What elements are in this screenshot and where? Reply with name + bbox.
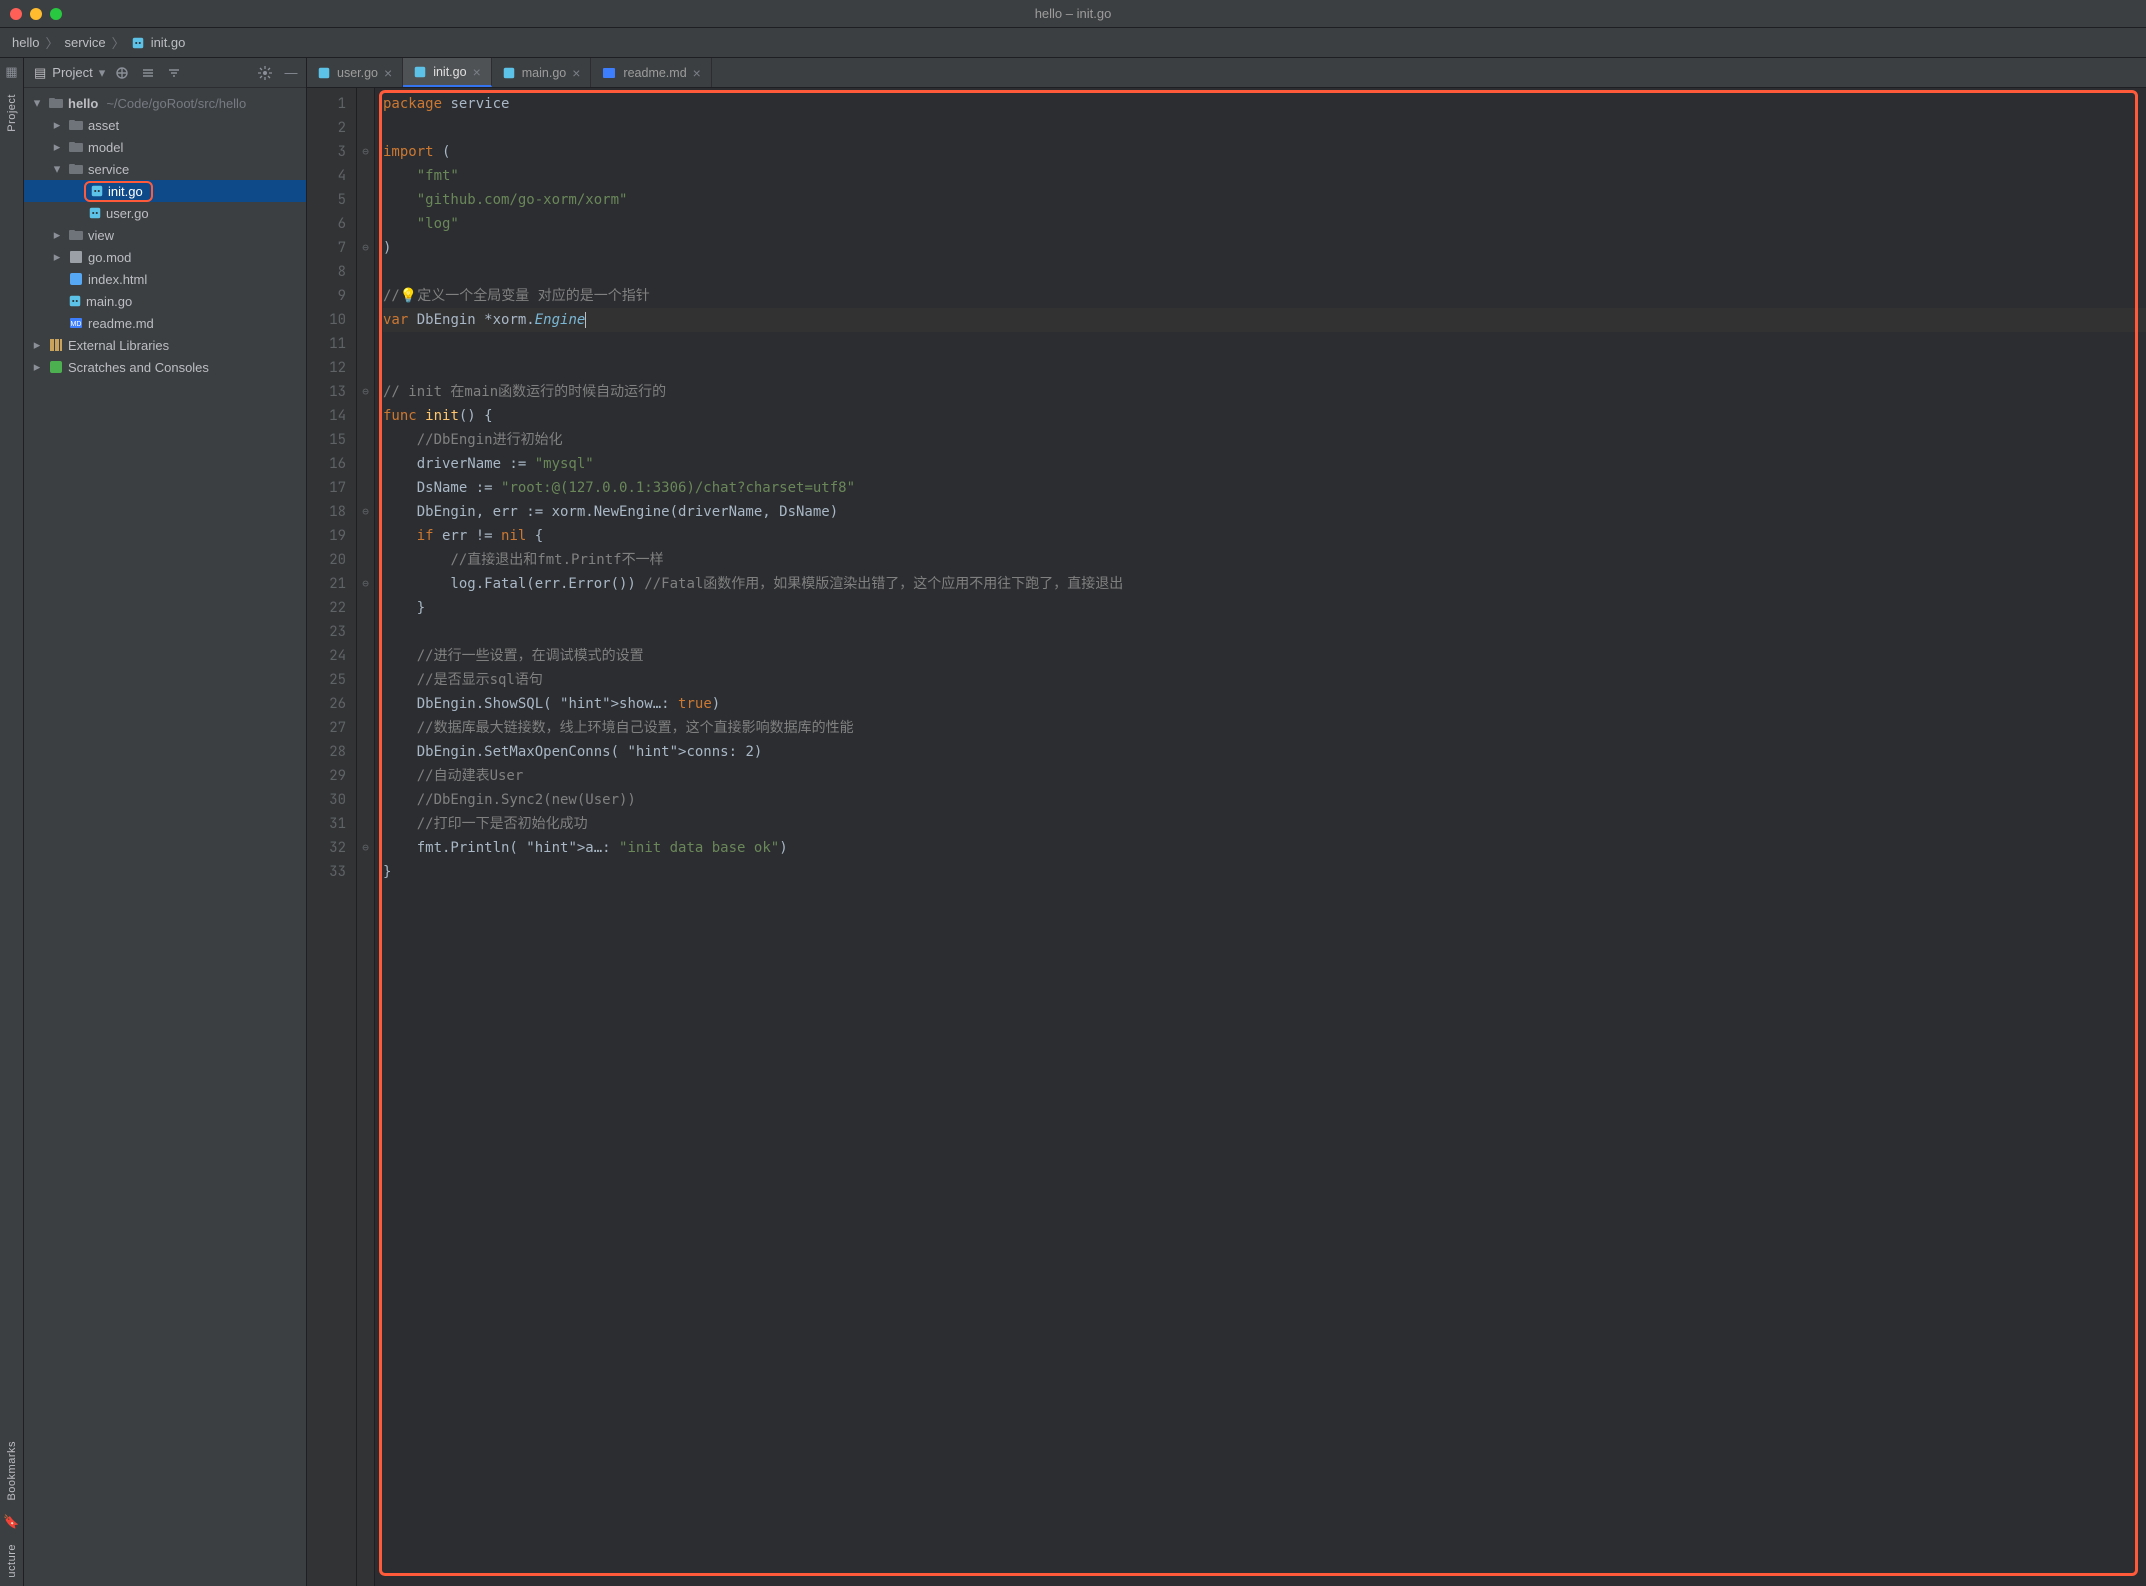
go-file-icon	[131, 36, 145, 50]
project-folder-icon	[48, 95, 64, 111]
tree-scratches[interactable]: ▸ Scratches and Consoles	[24, 356, 306, 378]
structure-tool-label[interactable]: ucture	[6, 1544, 18, 1578]
tree-root[interactable]: ▾ hello ~/Code/goRoot/src/hello	[24, 92, 306, 114]
editor-area: user.go × init.go × main.go × readme.md …	[307, 58, 2146, 1586]
tree-folder-service[interactable]: ▾ service	[24, 158, 306, 180]
close-tab-icon[interactable]: ×	[572, 66, 580, 80]
tree-file-index-html[interactable]: index.html	[24, 268, 306, 290]
tab-init-go[interactable]: init.go ×	[403, 58, 492, 87]
chevron-right-icon[interactable]: ▸	[50, 227, 64, 243]
scratches-icon	[48, 359, 64, 375]
editor-body[interactable]: 1234567891011121314151617181920212223242…	[307, 88, 2146, 1586]
tree-file-user-go[interactable]: user.go	[24, 202, 306, 224]
bookmarks-tool-label[interactable]: Bookmarks	[6, 1441, 18, 1501]
project-tool-icon[interactable]: ▦	[5, 64, 17, 80]
go-file-icon	[413, 65, 427, 79]
folder-icon	[68, 227, 84, 243]
tab-readme-md[interactable]: readme.md ×	[591, 58, 711, 87]
collapse-all-button[interactable]	[165, 64, 183, 82]
folder-icon	[68, 117, 84, 133]
tree-file-main-go[interactable]: main.go	[24, 290, 306, 312]
window-title: hello – init.go	[0, 6, 2146, 21]
chevron-right-icon[interactable]: ▸	[50, 139, 64, 155]
breadcrumb-root[interactable]: hello	[12, 35, 39, 50]
tool-window-rail: ▦ Project Bookmarks 🔖 ucture	[0, 58, 24, 1586]
go-file-icon	[88, 206, 102, 220]
chevron-down-icon[interactable]: ▾	[50, 161, 64, 177]
go-file-icon	[317, 66, 331, 80]
titlebar: hello – init.go	[0, 0, 2146, 28]
close-window-button[interactable]	[10, 8, 22, 20]
project-view-icon: ▤	[34, 65, 46, 81]
markdown-file-icon: MD	[68, 315, 84, 331]
breadcrumb-sep-icon: 〉	[45, 33, 58, 52]
breadcrumb: hello 〉 service 〉 init.go	[0, 28, 2146, 58]
zoom-window-button[interactable]	[50, 8, 62, 20]
project-sidebar: ▤ Project ▾ — ▾ hello ~/Code/goRoot/src/…	[24, 58, 307, 1586]
html-file-icon	[68, 271, 84, 287]
select-opened-file-button[interactable]	[113, 64, 131, 82]
chevron-right-icon[interactable]: ▸	[50, 117, 64, 133]
code-content[interactable]: package service import ( "fmt" "github.c…	[383, 92, 2146, 884]
project-tree[interactable]: ▾ hello ~/Code/goRoot/src/hello ▸ asset …	[24, 88, 306, 382]
project-view-label[interactable]: Project	[52, 65, 92, 80]
tree-file-init-go[interactable]: init.go	[24, 180, 306, 202]
project-sidebar-header: ▤ Project ▾ —	[24, 58, 306, 88]
tree-external-libraries[interactable]: ▸ External Libraries	[24, 334, 306, 356]
hide-panel-button[interactable]: —	[282, 64, 300, 82]
tab-main-go[interactable]: main.go ×	[492, 58, 592, 87]
tree-root-path: ~/Code/goRoot/src/hello	[106, 96, 246, 111]
window-controls	[10, 8, 62, 20]
close-tab-icon[interactable]: ×	[693, 66, 701, 80]
breadcrumb-file[interactable]: init.go	[151, 35, 186, 50]
chevron-down-icon[interactable]: ▾	[30, 95, 44, 111]
minimize-window-button[interactable]	[30, 8, 42, 20]
libraries-icon	[48, 337, 64, 353]
svg-text:MD: MD	[71, 321, 82, 328]
tree-folder-model[interactable]: ▸ model	[24, 136, 306, 158]
tree-folder-view[interactable]: ▸ view	[24, 224, 306, 246]
settings-icon[interactable]	[256, 64, 274, 82]
project-tool-label[interactable]: Project	[6, 94, 18, 132]
dropdown-icon[interactable]: ▾	[99, 65, 106, 81]
tab-user-go[interactable]: user.go ×	[307, 58, 403, 87]
go-file-icon	[502, 66, 516, 80]
chevron-right-icon[interactable]: ▸	[30, 337, 44, 353]
tree-folder-asset[interactable]: ▸ asset	[24, 114, 306, 136]
go-file-icon	[68, 294, 82, 308]
close-tab-icon[interactable]: ×	[384, 66, 392, 80]
close-tab-icon[interactable]: ×	[473, 65, 481, 79]
line-number-gutter: 1234567891011121314151617181920212223242…	[307, 88, 357, 1586]
chevron-right-icon[interactable]: ▸	[30, 359, 44, 375]
markdown-file-icon	[601, 65, 617, 81]
tree-file-go-mod[interactable]: ▸ go.mod	[24, 246, 306, 268]
expand-all-button[interactable]	[139, 64, 157, 82]
breadcrumb-folder[interactable]: service	[64, 35, 105, 50]
folder-icon	[68, 139, 84, 155]
bookmarks-tool-icon[interactable]: 🔖	[3, 1514, 19, 1530]
tree-root-label: hello	[68, 96, 98, 111]
editor-tabs: user.go × init.go × main.go × readme.md …	[307, 58, 2146, 88]
folder-icon	[68, 161, 84, 177]
go-file-icon	[90, 184, 104, 198]
gomod-file-icon	[68, 249, 84, 265]
fold-gutter[interactable]: ⊖⊖⊖⊖⊖⊖	[357, 88, 375, 1586]
tree-file-readme-md[interactable]: MD readme.md	[24, 312, 306, 334]
breadcrumb-sep-icon: 〉	[112, 33, 125, 52]
